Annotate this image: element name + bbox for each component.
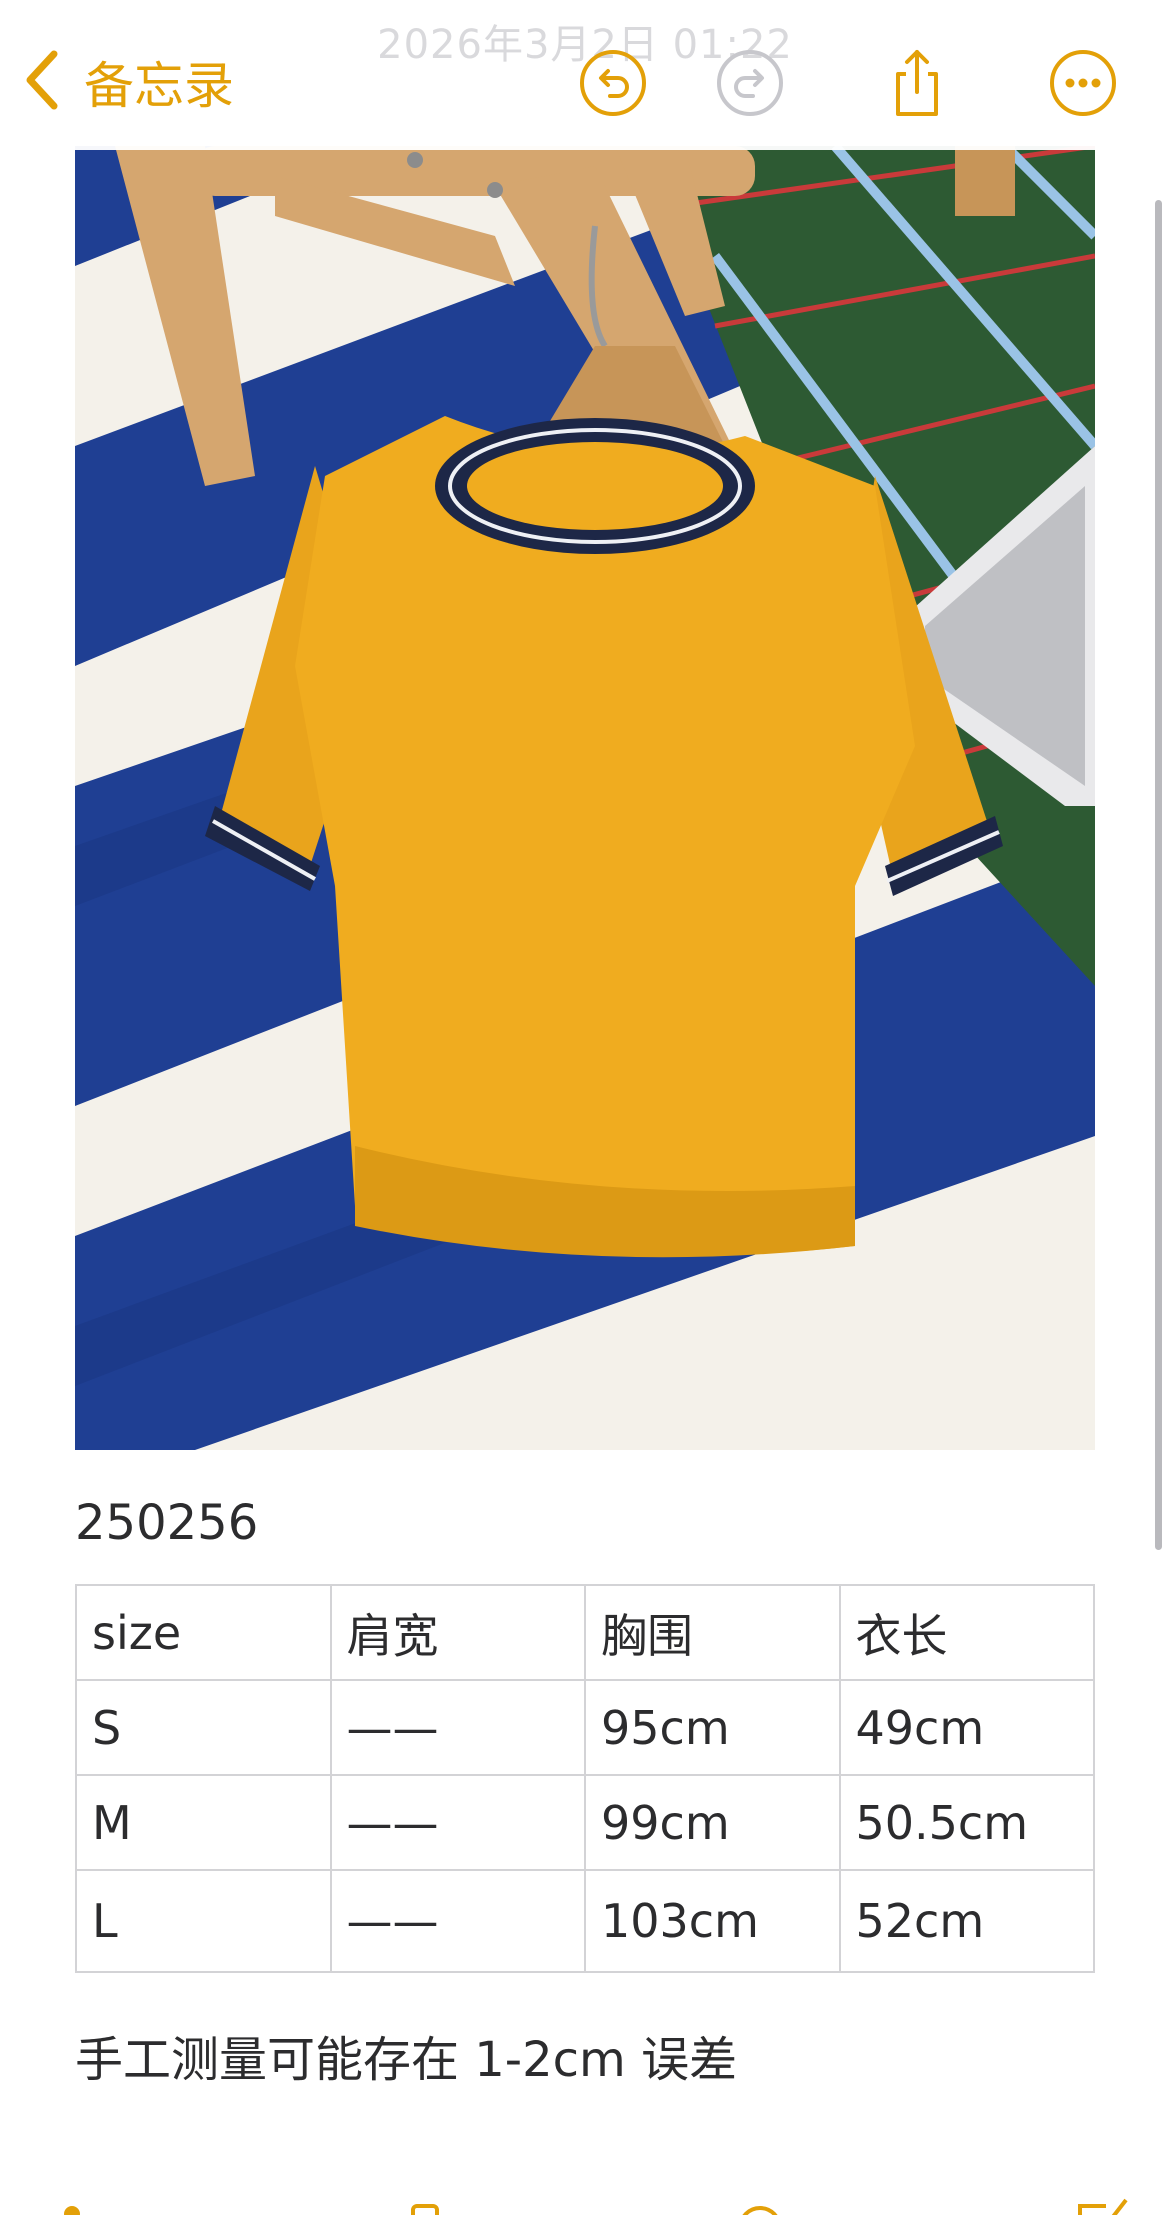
compose-icon[interactable] <box>1072 2192 1132 2215</box>
table-cell[interactable]: 103cm <box>584 1869 841 1973</box>
table-header-cell[interactable]: size <box>75 1584 332 1681</box>
chevron-left-icon <box>22 48 62 116</box>
table-row: L —— 103cm 52cm <box>75 1869 1095 1973</box>
table-cell[interactable]: 50.5cm <box>838 1774 1095 1871</box>
size-table[interactable]: size 肩宽 胸围 衣长 S —— 95cm 49cm M —— 99cm 5… <box>75 1584 1095 1973</box>
camera-icon[interactable] <box>395 2192 455 2215</box>
table-cell[interactable]: 49cm <box>838 1679 1095 1776</box>
table-cell[interactable]: —— <box>329 1679 586 1776</box>
table-cell[interactable]: 52cm <box>838 1869 1095 1973</box>
table-cell[interactable]: 95cm <box>584 1679 841 1776</box>
share-icon[interactable] <box>882 48 952 118</box>
table-cell[interactable]: M <box>75 1774 332 1871</box>
back-label: 备忘录 <box>84 57 234 115</box>
notes-app-screen: 2026年3月2日 01:22 备忘录 250256 size 肩宽 胸围 衣长… <box>0 0 1170 2215</box>
scroll-indicator[interactable] <box>1155 200 1162 1550</box>
table-row: M —— 99cm 50.5cm <box>75 1774 1095 1871</box>
more-icon[interactable] <box>1048 48 1118 118</box>
navigation-bar: 2026年3月2日 01:22 备忘录 <box>0 0 1170 150</box>
table-cell[interactable]: L <box>75 1869 332 1973</box>
table-header-row: size 肩宽 胸围 衣长 <box>75 1584 1095 1681</box>
table-row: S —— 95cm 49cm <box>75 1679 1095 1776</box>
bottom-toolbar <box>0 2190 1170 2215</box>
table-cell[interactable]: 99cm <box>584 1774 841 1871</box>
product-photo[interactable] <box>75 146 1095 1450</box>
table-cell[interactable]: —— <box>329 1774 586 1871</box>
undo-icon[interactable] <box>578 48 648 118</box>
measurement-disclaimer: 手工测量可能存在 1-2cm 误差 <box>75 2032 738 2088</box>
markup-icon[interactable] <box>730 2192 790 2215</box>
table-header-cell[interactable]: 胸围 <box>584 1584 841 1681</box>
table-cell[interactable]: —— <box>329 1869 586 1973</box>
checklist-icon[interactable] <box>42 2192 102 2215</box>
table-header-cell[interactable]: 衣长 <box>838 1584 1095 1681</box>
product-code: 250256 <box>75 1495 259 1551</box>
back-button[interactable]: 备忘录 <box>22 44 234 120</box>
redo-icon[interactable] <box>715 48 785 118</box>
table-cell[interactable]: S <box>75 1679 332 1776</box>
table-header-cell[interactable]: 肩宽 <box>329 1584 586 1681</box>
